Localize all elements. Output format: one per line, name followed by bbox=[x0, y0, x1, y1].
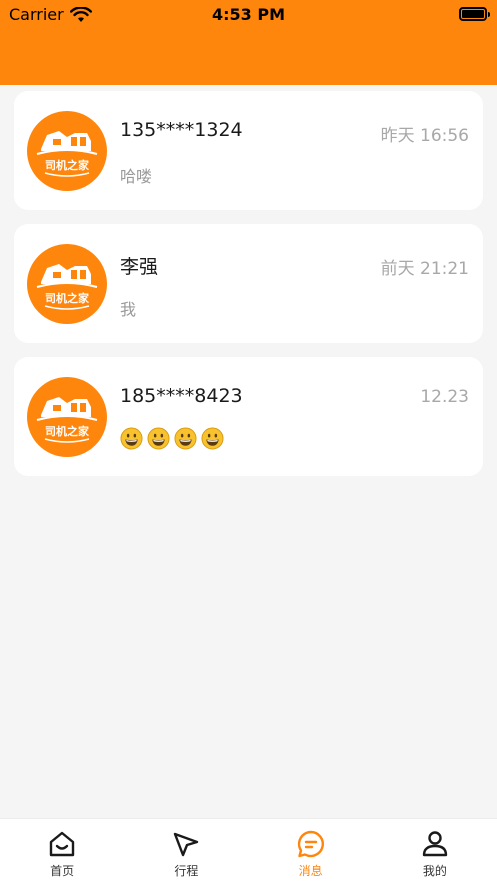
navigation-arrow-icon bbox=[174, 832, 199, 857]
conversation-item[interactable]: 司机之家 李强 前天 21:21 我 bbox=[14, 224, 483, 343]
message-time: 前天 21:21 bbox=[380, 259, 469, 279]
home-icon bbox=[49, 831, 75, 857]
svg-text:司机之家: 司机之家 bbox=[45, 424, 90, 438]
grinning-face-icon bbox=[201, 427, 224, 450]
conversation-list: 司机之家 135****1324 昨天 16:56 哈喽 司机之家 李强 前天 … bbox=[14, 91, 483, 490]
grinning-face-icon bbox=[147, 427, 170, 450]
battery-icon bbox=[459, 7, 490, 21]
chat-bubble-icon bbox=[297, 830, 324, 858]
svg-text:司机之家: 司机之家 bbox=[45, 291, 90, 305]
message-preview: 哈喽 bbox=[120, 167, 153, 186]
message-preview: 我 bbox=[120, 300, 137, 319]
status-bar: Carrier 4:53 PM bbox=[0, 0, 497, 30]
grinning-face-icon bbox=[120, 427, 143, 450]
svg-text:司机之家: 司机之家 bbox=[45, 158, 90, 172]
message-preview-emoji bbox=[120, 427, 224, 450]
contact-name: 李强 bbox=[120, 256, 159, 278]
user-icon bbox=[422, 831, 448, 857]
tab-trips[interactable]: 行程 bbox=[124, 819, 248, 883]
bottom-tab-bar: 首页 行程 消息 我的 bbox=[0, 818, 497, 883]
tab-label: 首页 bbox=[50, 864, 75, 878]
avatar: 司机之家 bbox=[27, 377, 107, 457]
truck-logo-icon: 司机之家 bbox=[36, 397, 98, 443]
contact-name: 185****8423 bbox=[120, 385, 243, 407]
avatar: 司机之家 bbox=[27, 111, 107, 191]
truck-logo-icon: 司机之家 bbox=[36, 131, 98, 177]
grinning-face-icon bbox=[174, 427, 197, 450]
tab-label: 消息 bbox=[298, 864, 323, 878]
conversation-item[interactable]: 司机之家 135****1324 昨天 16:56 哈喽 bbox=[14, 91, 483, 210]
tab-home[interactable]: 首页 bbox=[0, 819, 124, 883]
top-header: Carrier 4:53 PM bbox=[0, 0, 497, 85]
status-time: 4:53 PM bbox=[211, 5, 285, 24]
tab-label: 我的 bbox=[422, 864, 447, 878]
tab-profile[interactable]: 我的 bbox=[373, 819, 497, 883]
conversation-item[interactable]: 司机之家 185****8423 12.23 bbox=[14, 357, 483, 476]
message-time: 昨天 16:56 bbox=[380, 126, 469, 146]
truck-logo-icon: 司机之家 bbox=[36, 264, 98, 310]
message-time: 12.23 bbox=[420, 387, 469, 407]
contact-name: 135****1324 bbox=[120, 119, 243, 141]
avatar: 司机之家 bbox=[27, 244, 107, 324]
tab-label: 行程 bbox=[174, 864, 199, 878]
tab-messages[interactable]: 消息 bbox=[249, 819, 373, 883]
